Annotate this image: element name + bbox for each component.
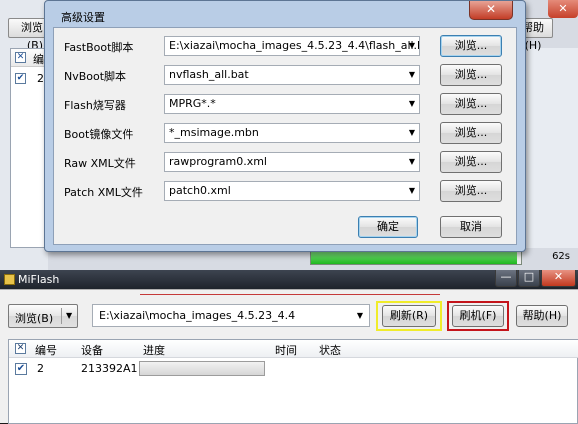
setting-value: nvflash_all.bat: [169, 68, 249, 81]
background-browse-button[interactable]: 浏览(B): [8, 18, 48, 52]
row-progress-bar: [139, 361, 265, 376]
background-row-number: 2: [37, 72, 44, 85]
setting-combobox[interactable]: E:\xiazai\mocha_images_4.5.23_4.4\flash_…: [164, 36, 420, 56]
decorative-red-line: [140, 294, 440, 295]
chevron-down-icon[interactable]: ▼: [409, 95, 415, 113]
maximize-button[interactable]: □: [518, 270, 540, 287]
miflash-client-area: 浏览(B) ▼ E:\xiazai\mocha_images_4.5.23_4.…: [0, 289, 578, 424]
setting-value: rawprogram0.xml: [169, 155, 267, 168]
path-dropdown-arrow-icon[interactable]: ▼: [357, 305, 363, 326]
setting-label: Raw XML文件: [64, 157, 136, 170]
setting-value: patch0.xml: [169, 184, 231, 197]
dialog-body: FastBoot脚本 E:\xiazai\mocha_images_4.5.23_…: [53, 27, 517, 245]
advanced-settings-dialog: 高级设置 ✕ FastBoot脚本 E:\xiazai\mocha_images_…: [44, 0, 526, 252]
ok-button[interactable]: 确定: [358, 216, 418, 238]
background-window-right-panel: [525, 48, 578, 248]
setting-label: Boot镜像文件: [64, 128, 134, 141]
setting-label: FastBoot脚本: [64, 41, 134, 54]
table-row[interactable]: ✔ 2 213392A1: [9, 340, 578, 380]
flash-button[interactable]: 刷机(F): [452, 305, 504, 327]
background-header-checkbox[interactable]: ✕: [15, 52, 26, 63]
miflash-window: MiFlash — □ ✕ 浏览(B) ▼ E:\xiazai\mocha_im…: [0, 270, 578, 424]
browse-separator: [61, 308, 62, 324]
setting-label: NvBoot脚本: [64, 70, 127, 83]
dialog-close-button[interactable]: ✕: [469, 1, 513, 20]
setting-value: E:\xiazai\mocha_images_4.5.23_4.4\flash_…: [169, 39, 420, 52]
dialog-title: 高级设置: [61, 11, 105, 24]
setting-combobox[interactable]: *_msimage.mbn ▼: [164, 123, 420, 143]
window-title: MiFlash: [18, 273, 60, 286]
background-close-button[interactable]: ✕: [548, 0, 578, 18]
browse-dropdown-arrow-icon[interactable]: ▼: [66, 311, 72, 320]
setting-browse-button[interactable]: 浏览...: [440, 35, 502, 57]
setting-value: MPRG*.*: [169, 97, 216, 110]
setting-value: *_msimage.mbn: [169, 126, 259, 139]
chevron-down-icon[interactable]: ▼: [409, 124, 415, 142]
setting-browse-button[interactable]: 浏览...: [440, 93, 502, 115]
background-elapsed-time: 62s: [552, 251, 570, 262]
setting-browse-button[interactable]: 浏览...: [440, 180, 502, 202]
rom-path-combobox[interactable]: E:\xiazai\mocha_images_4.5.23_4.4 ▼: [92, 304, 370, 327]
browse-split-button[interactable]: 浏览(B) ▼: [8, 304, 78, 328]
setting-label: Patch XML文件: [64, 186, 143, 199]
browse-button-label: 浏览(B): [15, 312, 54, 325]
minimize-button[interactable]: —: [495, 270, 517, 287]
chevron-down-icon[interactable]: ▼: [409, 37, 415, 55]
setting-combobox[interactable]: MPRG*.* ▼: [164, 94, 420, 114]
setting-label: Flash烧写器: [64, 99, 126, 112]
setting-browse-button[interactable]: 浏览...: [440, 122, 502, 144]
help-button[interactable]: 帮助(H): [516, 305, 568, 327]
cancel-button[interactable]: 取消: [440, 216, 502, 238]
chevron-down-icon[interactable]: ▼: [409, 66, 415, 84]
setting-combobox[interactable]: patch0.xml ▼: [164, 181, 420, 201]
miflash-app-icon: [4, 274, 15, 285]
window-close-button[interactable]: ✕: [541, 270, 576, 287]
refresh-button[interactable]: 刷新(R): [382, 305, 436, 327]
background-row-checkbox[interactable]: ✔: [15, 73, 26, 84]
setting-combobox[interactable]: nvflash_all.bat ▼: [164, 65, 420, 85]
background-miflash-window: 浏览(B) ✕ 编号 ✔ 2 帮助(H) ✕ 62s 高级设置 ✕ FastBo…: [0, 0, 578, 270]
row-device-id: 213392A1: [81, 362, 138, 375]
setting-browse-button[interactable]: 浏览...: [440, 64, 502, 86]
row-checkbox[interactable]: ✔: [15, 363, 27, 375]
miflash-titlebar: MiFlash — □ ✕: [0, 270, 578, 289]
background-progress-bar: [310, 251, 522, 265]
chevron-down-icon[interactable]: ▼: [409, 153, 415, 171]
rom-path-value: E:\xiazai\mocha_images_4.5.23_4.4: [99, 309, 296, 322]
setting-combobox[interactable]: rawprogram0.xml ▼: [164, 152, 420, 172]
row-number: 2: [37, 362, 44, 375]
setting-browse-button[interactable]: 浏览...: [440, 151, 502, 173]
device-table: ✕ 编号 设备 进度 时间 状态 ✔ 2 213392A1: [8, 339, 578, 424]
chevron-down-icon[interactable]: ▼: [409, 182, 415, 200]
background-progress-fill: [311, 252, 517, 264]
